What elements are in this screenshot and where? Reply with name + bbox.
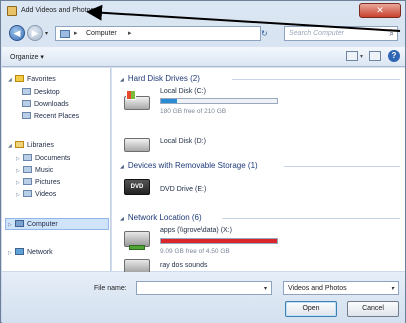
group-header-network-location[interactable]: ◢ Network Location (6) [120, 213, 202, 222]
network-drive-x-usage-bar [160, 238, 278, 244]
sidebar-item-recent-places[interactable]: Recent Places [22, 112, 79, 120]
search-placeholder: Search Computer [289, 30, 344, 37]
libraries-icon [15, 141, 24, 148]
change-view-icon[interactable] [346, 51, 358, 61]
sidebar-item-desktop[interactable]: Desktop [22, 88, 60, 96]
network-drive-x-name: apps (\\grove\data) (X:) [160, 227, 232, 234]
chevron-down-icon: ▾ [390, 286, 394, 292]
pictures-icon [23, 178, 32, 185]
content-pane: ◢ Hard Disk Drives (2) Local Disk (C:) 18… [112, 68, 405, 275]
group-header-hard-disk-drives[interactable]: ◢ Hard Disk Drives (2) [120, 74, 200, 83]
hard-drive-icon [124, 138, 150, 152]
navigation-pane: ◢ Favorites Desktop Downloads Recent Plac… [2, 68, 111, 271]
network-icon [15, 248, 24, 255]
network-drive-x-free-space: 9.09 GB free of 4.50 GB [160, 248, 230, 255]
help-icon[interactable]: ? [388, 50, 400, 62]
preview-pane-icon[interactable] [369, 51, 381, 61]
windows-logo-icon [126, 90, 136, 100]
dvd-drive-icon: DVD [124, 179, 150, 195]
forward-button[interactable]: ▶ [27, 25, 43, 41]
network-drive-x-usage-fill [161, 239, 277, 243]
navigation-row: ◀ ▶ ▾ ▸ Computer ▸ ▾ ↻ Search Computer ⌕ [3, 23, 403, 45]
sidebar-item-computer[interactable]: ▷ Computer [8, 220, 58, 228]
file-dialog-window: Add Videos and Photos ✕ ◀ ▶ ▾ ▸ Computer… [0, 0, 406, 323]
breadcrumb-separator[interactable]: ▸ [128, 29, 132, 37]
computer-icon [15, 220, 24, 227]
back-button[interactable]: ◀ [9, 25, 25, 41]
breadcrumb-separator[interactable]: ▸ [74, 29, 78, 37]
open-button[interactable]: Open [285, 301, 337, 317]
recent-places-icon [22, 112, 31, 119]
close-button[interactable]: ✕ [359, 3, 401, 18]
sidebar-item-videos[interactable]: ▷ Videos [16, 190, 56, 198]
view-options-dropdown[interactable]: ▾ [360, 53, 363, 60]
command-bar: Organize ▾ ▾ ? [2, 47, 405, 67]
sidebar-item-network[interactable]: ▷ Network [8, 248, 53, 256]
app-icon [7, 6, 17, 16]
file-type-select[interactable]: Videos and Photos ▾ [283, 281, 399, 295]
breadcrumb-computer[interactable]: Computer [86, 30, 117, 37]
file-name-dropdown-icon[interactable]: ▾ [264, 285, 267, 292]
sidebar-item-music[interactable]: ▷ Music [16, 166, 53, 174]
refresh-button[interactable]: ↻ [261, 29, 268, 38]
sidebar-item-pictures[interactable]: ▷ Pictures [16, 178, 60, 186]
videos-icon [23, 190, 32, 197]
documents-icon [23, 154, 32, 161]
network-drive-2-name: ray dos sounds [160, 262, 208, 269]
sidebar-item-documents[interactable]: ▷ Documents [16, 154, 70, 162]
sidebar-item-libraries[interactable]: ◢ Libraries [8, 141, 54, 149]
group-divider [222, 218, 400, 219]
group-header-removable-storage[interactable]: ◢ Devices with Removable Storage (1) [120, 161, 258, 170]
sidebar-item-favorites[interactable]: ◢ Favorites [8, 75, 56, 83]
file-name-input[interactable] [136, 281, 272, 295]
sidebar-item-downloads[interactable]: Downloads [22, 100, 69, 108]
window-title: Add Videos and Photos [21, 7, 95, 14]
group-divider [284, 166, 400, 167]
title-bar: Add Videos and Photos ✕ [1, 1, 405, 21]
desktop-icon [22, 88, 31, 95]
group-divider [232, 79, 400, 80]
drive-c-usage-fill [161, 99, 178, 103]
star-icon [15, 75, 24, 82]
recent-pages-dropdown[interactable]: ▾ [45, 30, 48, 37]
computer-icon [60, 30, 70, 38]
file-type-value: Videos and Photos [288, 285, 347, 292]
drive-c-free-space: 180 GB free of 210 GB [160, 108, 227, 115]
drive-c-name: Local Disk (C:) [160, 88, 206, 95]
search-input[interactable]: Search Computer ⌕ [284, 26, 398, 41]
cancel-button[interactable]: Cancel [347, 301, 399, 317]
dvd-drive-name: DVD Drive (E:) [160, 186, 207, 193]
file-name-label: File name: [94, 285, 127, 292]
music-icon [23, 166, 32, 173]
drive-c-usage-bar [160, 98, 278, 104]
drive-d-name: Local Disk (D:) [160, 138, 206, 145]
network-connection-icon [129, 245, 145, 250]
address-bar[interactable]: ▸ Computer ▸ ▾ [55, 26, 305, 42]
search-icon[interactable]: ⌕ [390, 29, 394, 39]
dialog-footer: File name: ▾ Videos and Photos ▾ Open Ca… [2, 272, 405, 323]
organize-menu[interactable]: Organize ▾ [10, 53, 44, 61]
downloads-icon [22, 100, 31, 107]
